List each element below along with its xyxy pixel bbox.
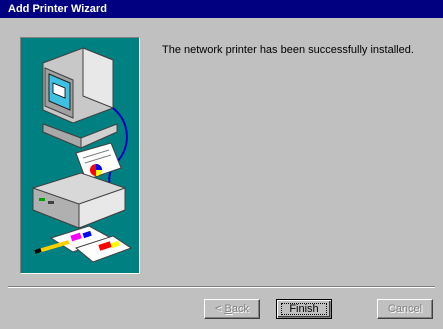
add-printer-wizard-window: Add Printer Wizard The network printer h… (0, 0, 443, 329)
success-message: The network printer has been successfull… (162, 44, 414, 56)
computer-printer-illustration (20, 37, 140, 274)
back-button[interactable]: < Back (204, 299, 260, 319)
cancel-label: Cancel (387, 303, 423, 315)
title-bar[interactable]: Add Printer Wizard (0, 0, 443, 18)
computer-printer-icon (32, 47, 133, 263)
cancel-button[interactable]: Cancel (377, 299, 433, 319)
window-title: Add Printer Wizard (8, 3, 107, 15)
back-accelerator: B (224, 303, 232, 315)
back-prefix: < (215, 303, 225, 315)
back-label-rest: ack (231, 303, 249, 315)
finish-label: Finish (289, 303, 319, 315)
separator-line (8, 286, 435, 288)
finish-button[interactable]: Finish (276, 299, 332, 319)
